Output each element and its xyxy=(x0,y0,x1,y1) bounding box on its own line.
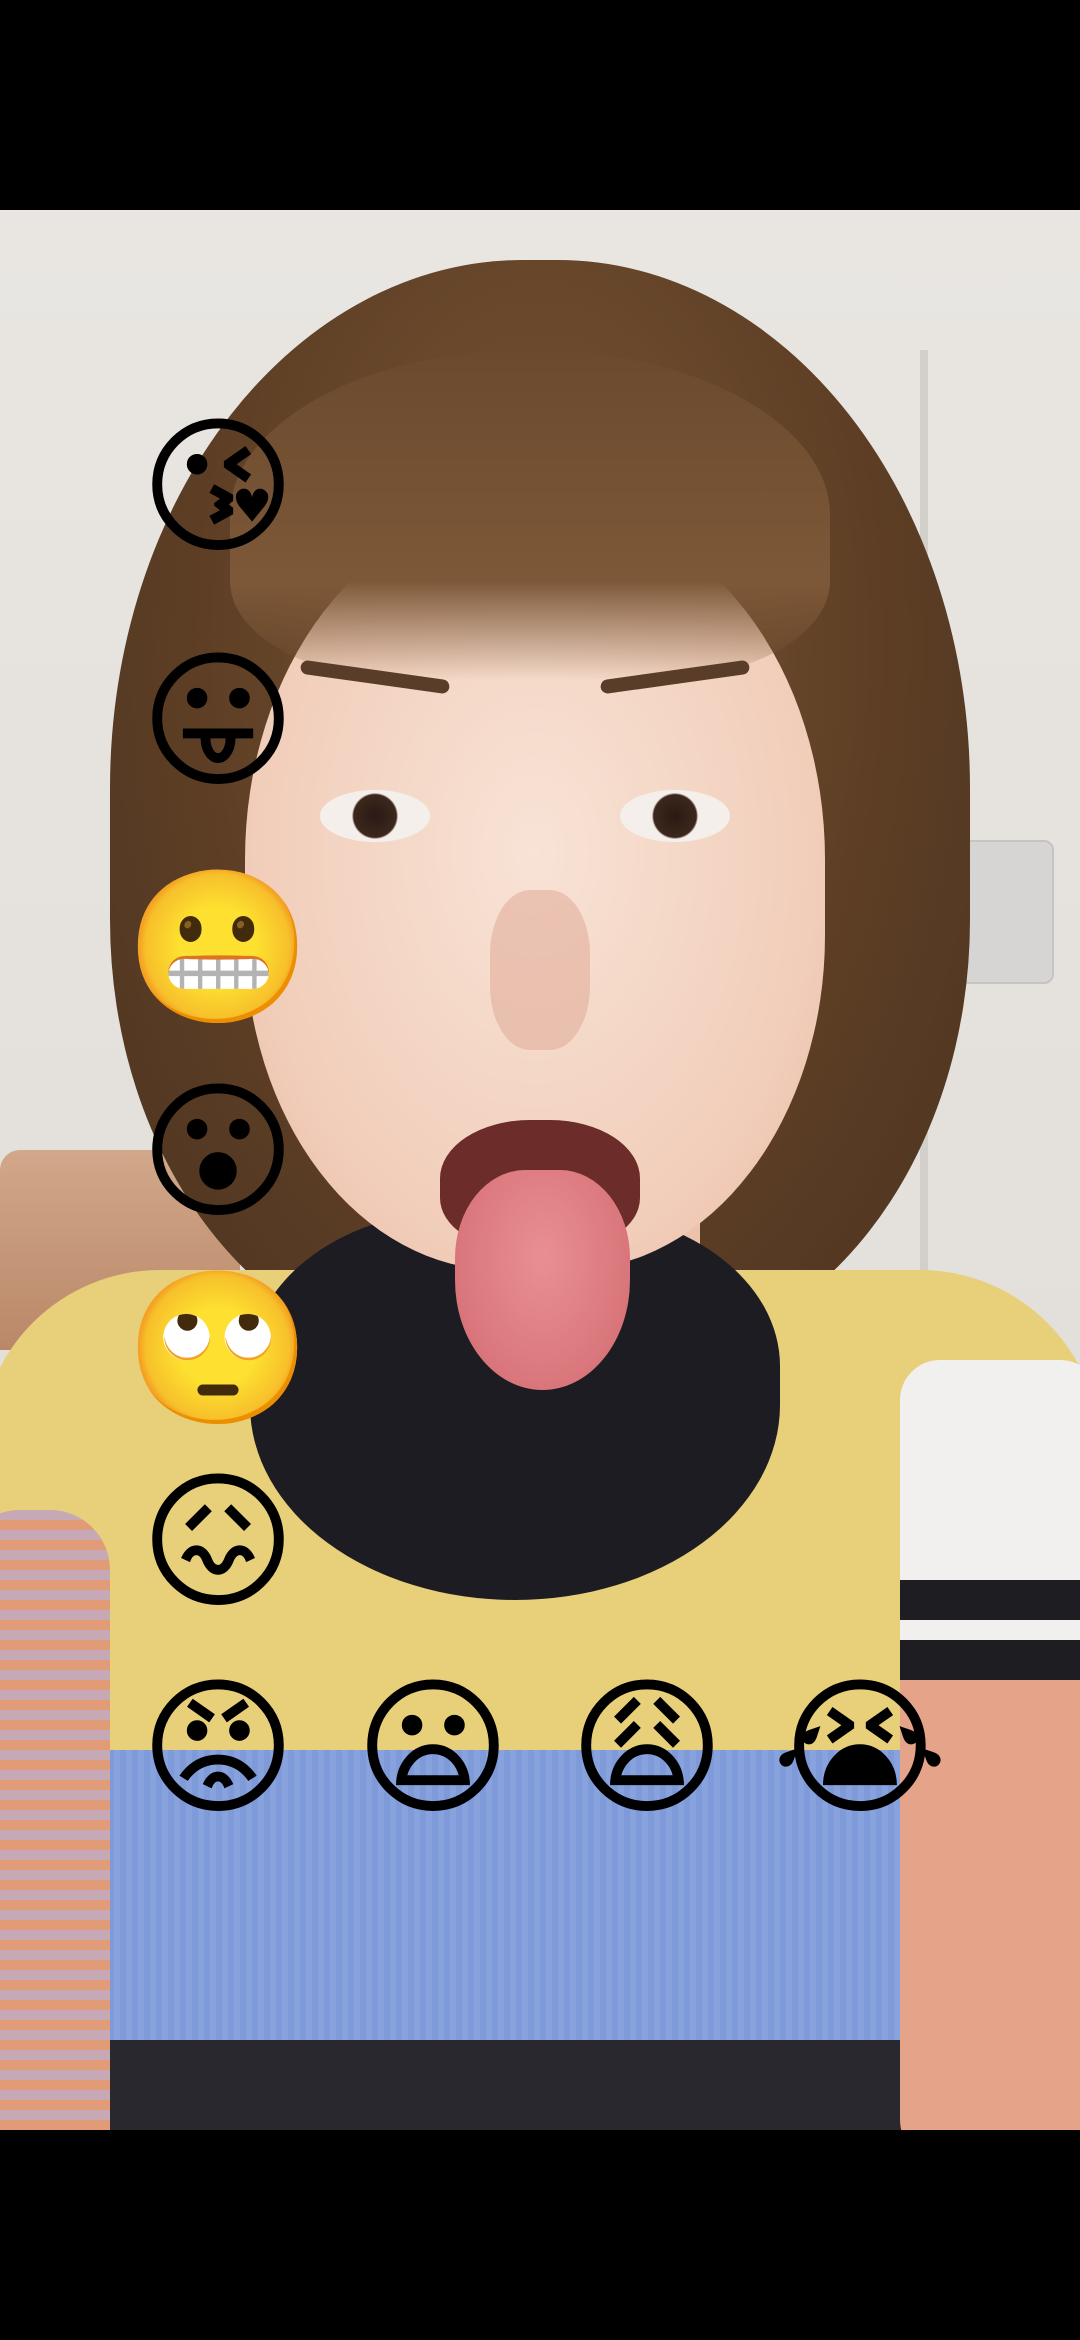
nose xyxy=(490,890,590,1050)
right-eye xyxy=(620,790,730,842)
top-letterbox xyxy=(0,0,1080,210)
bangs xyxy=(230,350,830,680)
anxious-emoji-icon[interactable]: 😦 xyxy=(348,1664,518,1834)
surprised-emoji-icon[interactable]: 😮 xyxy=(133,1068,303,1238)
left-eye xyxy=(320,790,430,842)
grimacing-emoji-icon[interactable]: 😬 xyxy=(125,863,312,1033)
confounded-emoji-icon[interactable]: 😖 xyxy=(133,1458,303,1628)
left-sleeve xyxy=(0,1510,110,2130)
sweater-dark-stripe xyxy=(60,2040,920,2130)
weary-emoji-icon[interactable]: 😩 xyxy=(562,1664,732,1834)
tongue xyxy=(455,1170,630,1390)
eye-roll-emoji-icon[interactable]: 🙄 xyxy=(125,1264,312,1434)
angry-emoji-icon[interactable]: 😡 xyxy=(133,1664,303,1834)
door-handle xyxy=(960,840,1054,984)
kissing-heart-emoji-icon[interactable]: 😘 xyxy=(133,403,303,573)
tongue-out-emoji-icon[interactable]: 😛 xyxy=(133,637,303,807)
crying-emoji-icon[interactable]: 😭 xyxy=(772,1664,947,1834)
bottom-letterbox xyxy=(0,2130,1080,2340)
